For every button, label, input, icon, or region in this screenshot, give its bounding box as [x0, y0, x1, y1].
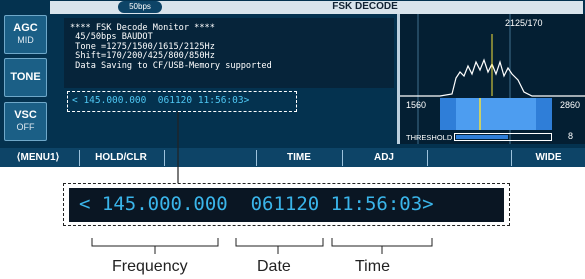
time-label: Time [355, 258, 390, 275]
callout-lines [91, 112, 433, 254]
zoomed-stamp-panel: < 145.000.000 061120 11:56:03> [69, 188, 504, 222]
zoomed-stamp-line: < 145.000.000 061120 11:56:03> [79, 193, 434, 215]
frequency-label: Frequency [112, 258, 188, 275]
date-label: Date [257, 258, 291, 275]
zoomed-stamp-callout: < 145.000.000 061120 11:56:03> [63, 183, 510, 226]
